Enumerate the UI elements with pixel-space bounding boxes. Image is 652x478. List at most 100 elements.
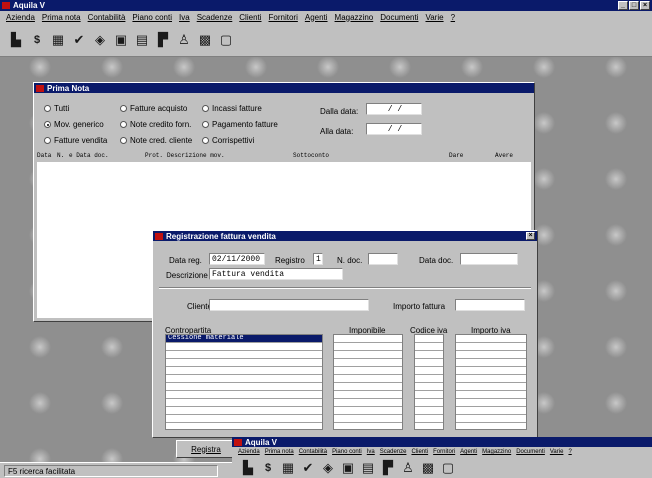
- report-icon[interactable]: ▣: [340, 460, 356, 476]
- checkmark-icon[interactable]: ✔: [300, 460, 316, 476]
- second-menu-varie[interactable]: Varie: [550, 449, 564, 455]
- contropartita-row-selected[interactable]: Cessione materiale: [166, 335, 322, 343]
- menu-contabilita[interactable]: Contabilità: [88, 13, 126, 22]
- grid-row[interactable]: [166, 375, 322, 383]
- cliente-field[interactable]: [209, 299, 369, 311]
- second-menu-help[interactable]: ?: [568, 449, 571, 455]
- grid-row[interactable]: [456, 335, 526, 343]
- grid-row[interactable]: [456, 399, 526, 407]
- menu-varie[interactable]: Varie: [425, 13, 443, 22]
- menu-scadenze[interactable]: Scadenze: [197, 13, 233, 22]
- grid-row[interactable]: [334, 375, 402, 383]
- documents-icon[interactable]: ▢: [440, 460, 456, 476]
- grid-row[interactable]: [334, 399, 402, 407]
- currency-icon[interactable]: $: [29, 32, 45, 48]
- vat-icon[interactable]: ▛: [155, 32, 171, 48]
- grid-row[interactable]: [166, 343, 322, 351]
- grid-row[interactable]: [456, 415, 526, 423]
- grid-row[interactable]: [415, 351, 443, 359]
- company-icon[interactable]: ▙: [8, 32, 24, 48]
- menu-prima-nota[interactable]: Prima nota: [42, 13, 81, 22]
- grid-row[interactable]: [166, 367, 322, 375]
- grid-row[interactable]: [334, 415, 402, 423]
- menu-magazzino[interactable]: Magazzino: [335, 13, 374, 22]
- data-reg-field[interactable]: 02/11/2000: [209, 253, 265, 265]
- grid-row[interactable]: [456, 391, 526, 399]
- menu-iva[interactable]: Iva: [179, 13, 190, 22]
- menu-agenti[interactable]: Agenti: [305, 13, 328, 22]
- grid-row[interactable]: [166, 391, 322, 399]
- second-menu-contabilita[interactable]: Contabilità: [299, 449, 327, 455]
- grid-row[interactable]: [334, 335, 402, 343]
- second-menu-piano-conti[interactable]: Piano conti: [332, 449, 362, 455]
- dalla-data-field[interactable]: / /: [366, 103, 422, 115]
- calculator-icon[interactable]: ▤: [134, 32, 150, 48]
- search-icon[interactable]: ◈: [92, 32, 108, 48]
- company-icon[interactable]: ▙: [240, 460, 256, 476]
- grid-row[interactable]: [415, 359, 443, 367]
- data-doc-field[interactable]: [460, 253, 518, 265]
- grid-row[interactable]: [456, 359, 526, 367]
- warehouse-icon[interactable]: ▩: [420, 460, 436, 476]
- warehouse-icon[interactable]: ▩: [197, 32, 213, 48]
- menu-help[interactable]: ?: [451, 13, 455, 22]
- second-menu-clienti[interactable]: Clienti: [411, 449, 428, 455]
- grid-row[interactable]: [166, 351, 322, 359]
- grid-row[interactable]: [334, 391, 402, 399]
- grid-row[interactable]: [415, 399, 443, 407]
- importo-iva-column[interactable]: [455, 334, 527, 430]
- second-menu-agenti[interactable]: Agenti: [460, 449, 477, 455]
- alla-data-field[interactable]: / /: [366, 123, 422, 135]
- grid-row[interactable]: [415, 391, 443, 399]
- menu-azienda[interactable]: Azienda: [6, 13, 35, 22]
- filter-note-credito-forn[interactable]: Note credito forn.: [120, 120, 191, 129]
- grid-row[interactable]: [166, 383, 322, 391]
- grid-row[interactable]: [334, 359, 402, 367]
- grid-row[interactable]: [456, 407, 526, 415]
- grid-row[interactable]: [334, 367, 402, 375]
- imponibile-column[interactable]: [333, 334, 403, 430]
- ledger-icon[interactable]: ▦: [280, 460, 296, 476]
- maximize-icon[interactable]: □: [629, 1, 639, 10]
- second-menu-fornitori[interactable]: Fornitori: [433, 449, 455, 455]
- agents-icon[interactable]: ♙: [176, 32, 192, 48]
- menu-clienti[interactable]: Clienti: [239, 13, 261, 22]
- second-menu-magazzino[interactable]: Magazzino: [482, 449, 511, 455]
- ledger-icon[interactable]: ▦: [50, 32, 66, 48]
- second-menu-azienda[interactable]: Azienda: [238, 449, 260, 455]
- grid-row[interactable]: [456, 367, 526, 375]
- filter-mov-generico[interactable]: Mov. generico: [44, 120, 104, 129]
- descrizione-field[interactable]: Fattura vendita: [209, 268, 343, 280]
- registra-button[interactable]: Registra: [176, 440, 236, 458]
- second-menu-prima-nota[interactable]: Prima nota: [265, 449, 294, 455]
- grid-row[interactable]: [334, 407, 402, 415]
- currency-icon[interactable]: $: [260, 460, 276, 476]
- grid-row[interactable]: [166, 359, 322, 367]
- grid-row[interactable]: [166, 399, 322, 407]
- minimize-icon[interactable]: _: [618, 1, 628, 10]
- documents-icon[interactable]: ▢: [218, 32, 234, 48]
- filter-fatture-vendita[interactable]: Fatture vendita: [44, 136, 107, 145]
- close-icon[interactable]: ×: [526, 232, 535, 240]
- second-menu-documenti[interactable]: Documenti: [516, 449, 545, 455]
- agents-icon[interactable]: ♙: [400, 460, 416, 476]
- grid-row[interactable]: [456, 351, 526, 359]
- grid-row[interactable]: [166, 415, 322, 423]
- grid-row[interactable]: [415, 367, 443, 375]
- grid-row[interactable]: [334, 343, 402, 351]
- filter-corrispettivi[interactable]: Corrispettivi: [202, 136, 254, 145]
- grid-row[interactable]: [415, 407, 443, 415]
- menu-piano-conti[interactable]: Piano conti: [132, 13, 172, 22]
- codice-iva-column[interactable]: [414, 334, 444, 430]
- close-icon[interactable]: ×: [640, 1, 650, 10]
- menu-fornitori[interactable]: Fornitori: [269, 13, 298, 22]
- vat-icon[interactable]: ▛: [380, 460, 396, 476]
- grid-row[interactable]: [415, 415, 443, 423]
- registro-field[interactable]: 1: [313, 253, 323, 265]
- contropartita-column[interactable]: Cessione materiale: [165, 334, 323, 430]
- grid-row[interactable]: [166, 407, 322, 415]
- grid-row[interactable]: [334, 383, 402, 391]
- filter-fatture-acquisto[interactable]: Fatture acquisto: [120, 104, 187, 113]
- grid-row[interactable]: [456, 343, 526, 351]
- grid-row[interactable]: [334, 351, 402, 359]
